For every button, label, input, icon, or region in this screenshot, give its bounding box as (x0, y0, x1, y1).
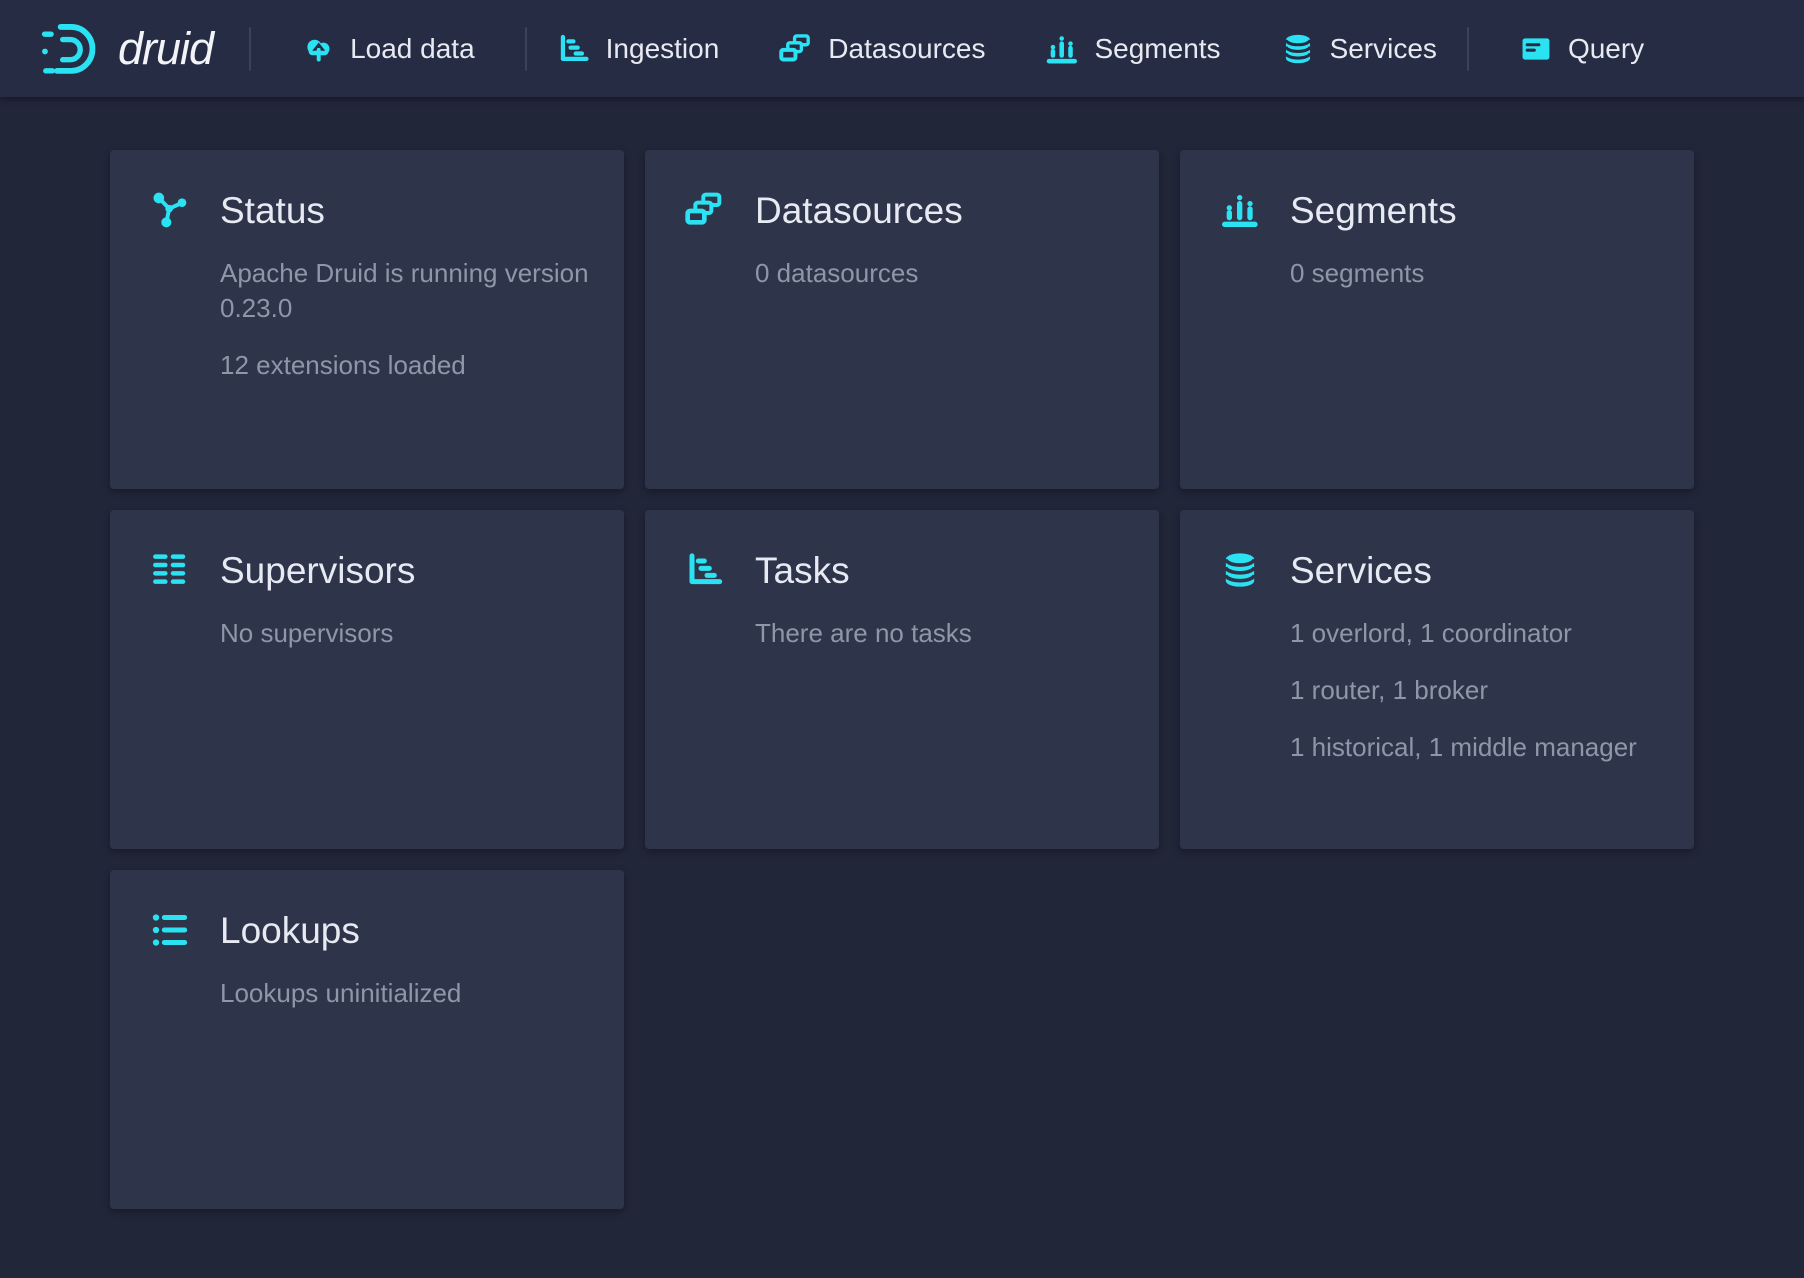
multi-select-icon (779, 32, 813, 66)
database-icon (1220, 550, 1260, 590)
home-view: Status Apache Druid is running version 0… (0, 97, 1804, 1209)
card-title: Status (220, 192, 325, 229)
druid-logo[interactable]: druid (40, 16, 221, 82)
nav-item-datasources[interactable]: Datasources (749, 0, 1015, 97)
card-header: Segments (1220, 190, 1660, 230)
card-title: Supervisors (220, 552, 415, 589)
lookups-card[interactable]: Lookups Lookups uninitialized (110, 870, 624, 1209)
card-header: Lookups (150, 910, 590, 950)
segments-count: 0 segments (1290, 256, 1660, 291)
gantt-chart-icon (557, 32, 591, 66)
nav-label: Datasources (828, 33, 985, 65)
supervisors-status: No supervisors (220, 616, 590, 651)
services-card[interactable]: Services 1 overlord, 1 coordinator 1 rou… (1180, 510, 1694, 849)
card-header: Tasks (685, 550, 1125, 590)
services-line: 1 historical, 1 middle manager (1290, 730, 1660, 765)
card-grid: Status Apache Druid is running version 0… (110, 150, 1694, 1209)
cloud-upload-icon (301, 32, 335, 66)
stacked-chart-icon (1220, 190, 1260, 230)
druid-logo-text: druid (118, 23, 221, 75)
datasources-count: 0 datasources (755, 256, 1125, 291)
druid-logo-icon (40, 16, 106, 82)
database-icon (1281, 32, 1315, 66)
graph-icon (150, 190, 190, 230)
services-line: 1 overlord, 1 coordinator (1290, 616, 1660, 651)
nav-label: Load data (350, 33, 475, 65)
list-columns-icon (150, 550, 190, 590)
card-body: 0 datasources (755, 256, 1125, 291)
card-title: Lookups (220, 912, 360, 949)
card-body: 1 overlord, 1 coordinator 1 router, 1 br… (1290, 616, 1660, 765)
card-header: Status (150, 190, 590, 230)
nav-label: Services (1330, 33, 1437, 65)
segments-card[interactable]: Segments 0 segments (1180, 150, 1694, 489)
card-header: Services (1220, 550, 1660, 590)
card-body: Apache Druid is running version 0.23.0 1… (220, 256, 590, 383)
card-title: Datasources (755, 192, 963, 229)
status-card[interactable]: Status Apache Druid is running version 0… (110, 150, 624, 489)
card-header: Datasources (685, 190, 1125, 230)
tasks-card[interactable]: Tasks There are no tasks (645, 510, 1159, 849)
card-body: Lookups uninitialized (220, 976, 590, 1011)
top-navbar: druid Load data Ingestion (0, 0, 1804, 97)
nav-item-load-data[interactable]: Load data (251, 0, 525, 97)
card-header: Supervisors (150, 550, 590, 590)
status-line: Apache Druid is running version 0.23.0 (220, 256, 590, 326)
card-body: There are no tasks (755, 616, 1125, 651)
multi-select-icon (685, 190, 725, 230)
stacked-chart-icon (1045, 32, 1079, 66)
tasks-status: There are no tasks (755, 616, 1125, 651)
card-body: 0 segments (1290, 256, 1660, 291)
nav-item-services[interactable]: Services (1251, 0, 1467, 97)
card-body: No supervisors (220, 616, 590, 651)
console-icon (1519, 32, 1553, 66)
nav-label: Ingestion (606, 33, 720, 65)
supervisors-card[interactable]: Supervisors No supervisors (110, 510, 624, 849)
services-line: 1 router, 1 broker (1290, 673, 1660, 708)
gantt-chart-icon (685, 550, 725, 590)
nav-label: Segments (1094, 33, 1220, 65)
nav-item-segments[interactable]: Segments (1015, 0, 1250, 97)
status-line: 12 extensions loaded (220, 348, 590, 383)
card-title: Services (1290, 552, 1432, 589)
nav-item-ingestion[interactable]: Ingestion (527, 0, 750, 97)
nav-item-query[interactable]: Query (1469, 0, 1694, 97)
properties-icon (150, 910, 190, 950)
card-title: Tasks (755, 552, 850, 589)
datasources-card[interactable]: Datasources 0 datasources (645, 150, 1159, 489)
card-title: Segments (1290, 192, 1457, 229)
nav-label: Query (1568, 33, 1644, 65)
lookups-status: Lookups uninitialized (220, 976, 590, 1011)
